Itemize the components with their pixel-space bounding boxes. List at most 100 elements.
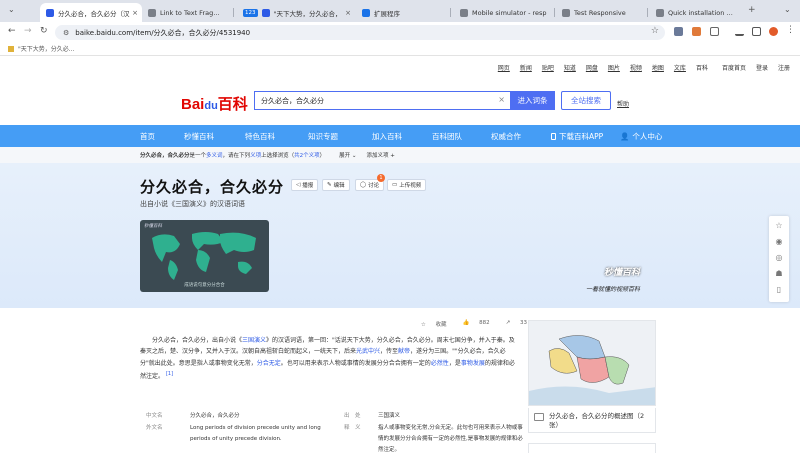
- tab-tianxia-dashi[interactable]: 123 "天下大势，分久必合， ×: [237, 3, 355, 22]
- video-thumbnail[interactable]: 秒懂百科 成语说句意分分合合: [140, 220, 269, 292]
- link-shiwufazhan[interactable]: 事物发展: [461, 360, 485, 367]
- bookmark-star-icon[interactable]: ☆: [651, 26, 659, 36]
- overview-map-image[interactable]: [528, 320, 656, 406]
- page-favicon-icon: [148, 8, 156, 17]
- back-icon[interactable]: ←: [8, 26, 16, 36]
- meaning-count-link[interactable]: 共2个义项: [294, 151, 320, 159]
- enter-entry-button[interactable]: 进入词条: [510, 91, 555, 110]
- reference-link[interactable]: [1]: [166, 371, 173, 377]
- link-guangwu[interactable]: 光武中兴: [356, 348, 380, 355]
- speaker-icon: ◁: [296, 182, 301, 188]
- info-key: 释 义: [344, 425, 361, 431]
- nav-topics[interactable]: 知识专题: [308, 131, 338, 142]
- help-link[interactable]: 帮助: [617, 99, 629, 108]
- nav-featured[interactable]: 特色百科: [245, 131, 275, 142]
- link-sanguo[interactable]: 三国演义: [242, 337, 266, 344]
- main-nav: 首页 秒懂百科 特色百科 知识专题 加入百科 百科团队 权威合作 下载百科APP…: [0, 125, 800, 147]
- summary-paragraph: 分久必合，合久必分，出自小说《三国演义》的汉语词语，第一回："话说天下大势，分久…: [140, 337, 515, 381]
- entry-stats: ☆ 收藏 👍 882 ↗ 33: [405, 320, 527, 328]
- login-link[interactable]: 登录: [756, 63, 768, 72]
- entry-hero: 分久必合，合久必分 ◁ 播报 ✎ 编辑 ◯ 讨论 1 ▭ 上传视频 出自小说《三国演义》…: [0, 163, 800, 308]
- top-nav-link[interactable]: 地图: [652, 63, 664, 72]
- close-tab-icon[interactable]: ×: [132, 9, 138, 17]
- tab-baike[interactable]: 分久必合，合久必分（汉 ×: [40, 3, 142, 22]
- nav-join[interactable]: 加入百科: [372, 131, 402, 142]
- nav-home[interactable]: 首页: [140, 131, 155, 142]
- tab-extensions[interactable]: 扩展程序: [356, 3, 448, 22]
- nav-authority[interactable]: 权威合作: [491, 131, 521, 142]
- top-nav-link[interactable]: 网盘: [586, 63, 598, 72]
- tab-quick-installation[interactable]: Quick installation of th: [650, 3, 742, 22]
- three-kingdoms-map: [529, 321, 655, 405]
- baidu-favicon-icon: [46, 8, 54, 17]
- clear-search-icon[interactable]: ×: [498, 95, 505, 104]
- upload-video-button[interactable]: ▭ 上传视频: [387, 179, 427, 191]
- wechat-icon[interactable]: ◎: [774, 253, 784, 263]
- top-nav-link[interactable]: 知道: [564, 63, 576, 72]
- thumbs-up-icon: 👍: [462, 320, 470, 326]
- weibo-icon[interactable]: ◉: [774, 237, 784, 247]
- new-tab-icon[interactable]: +: [748, 5, 756, 15]
- extensions-puzzle-icon[interactable]: [710, 27, 719, 36]
- overview-caption[interactable]: 分久必合，合久必分的概述图（2张）: [528, 408, 656, 433]
- top-nav-link[interactable]: 视频: [630, 63, 642, 72]
- star-icon[interactable]: ☆: [774, 221, 784, 231]
- expand-button[interactable]: 展开 ⌄: [339, 151, 356, 159]
- floating-toolbar: ☆ ◉ ◎ ☗ ▯: [769, 216, 789, 302]
- tab-list-icon[interactable]: ⌄: [784, 5, 791, 14]
- top-nav-link[interactable]: 文库: [674, 63, 686, 72]
- extension-icon[interactable]: [674, 27, 683, 36]
- meaning-link[interactable]: 义项: [250, 151, 261, 159]
- add-meaning-button[interactable]: 添加义项 +: [366, 151, 394, 159]
- nav-personal-center[interactable]: 👤 个人中心: [620, 131, 662, 142]
- tab-test-responsive[interactable]: Test Responsive: [556, 3, 646, 22]
- page-favicon-icon: [562, 8, 570, 17]
- link-biranxing[interactable]: 必然性: [431, 360, 449, 367]
- site-info-icon[interactable]: ⚙: [63, 29, 69, 37]
- search-input[interactable]: 分久必合，合久必分 ×: [254, 91, 510, 110]
- register-link[interactable]: 注册: [778, 63, 790, 72]
- phone-icon: [551, 133, 556, 140]
- nav-miaodong[interactable]: 秒懂百科: [184, 131, 214, 142]
- extension-icon[interactable]: [692, 27, 701, 36]
- side-panel-icon[interactable]: [752, 27, 761, 36]
- share-button[interactable]: ↗ 33: [498, 320, 527, 328]
- tab-search-icon[interactable]: ⌄: [8, 5, 15, 14]
- qq-icon[interactable]: ☗: [774, 269, 784, 279]
- top-nav-link[interactable]: 网页: [498, 63, 510, 72]
- profile-avatar-icon[interactable]: [769, 27, 778, 36]
- link-fenhe[interactable]: 分合无定: [257, 360, 281, 367]
- top-nav-link[interactable]: 百度首页: [722, 63, 746, 72]
- like-button[interactable]: 👍 882: [455, 320, 490, 328]
- link-xiandi[interactable]: 献帝: [398, 348, 410, 355]
- bookmark-item[interactable]: "天下大势，分久必...: [8, 44, 74, 53]
- info-value: 分久必合，合久必分: [190, 413, 240, 419]
- collect-button[interactable]: ☆ 收藏: [413, 320, 447, 328]
- close-tab-icon[interactable]: ×: [345, 9, 351, 17]
- site-search-button[interactable]: 全站搜索: [561, 91, 611, 110]
- mobile-icon[interactable]: ▯: [774, 285, 784, 295]
- baidu-baike-logo[interactable]: Baidu百科: [181, 93, 248, 114]
- tab-mobile-simulator[interactable]: Mobile simulator - resp: [454, 3, 554, 22]
- top-nav-link[interactable]: 贴吧: [542, 63, 554, 72]
- menu-icon[interactable]: ⋮: [786, 25, 795, 35]
- address-bar[interactable]: ⚙ baike.baidu.com/item/分久必合，合久必分/4531940…: [55, 25, 665, 40]
- edit-button[interactable]: ✎ 编辑: [322, 179, 350, 191]
- info-key: 中文名: [146, 413, 163, 419]
- top-nav-link[interactable]: 图片: [608, 63, 620, 72]
- broadcast-button[interactable]: ◁ 播报: [291, 179, 319, 191]
- tab-link-to-text-fragment[interactable]: Link to Text Fragment: [142, 3, 232, 22]
- polysemy-link[interactable]: 多义词: [206, 151, 223, 159]
- nav-download-app[interactable]: 下载百科APP: [551, 131, 603, 142]
- baidu-favicon-icon: [261, 8, 270, 17]
- forward-icon[interactable]: →: [24, 26, 32, 36]
- reload-icon[interactable]: ↻: [40, 26, 48, 36]
- nav-team[interactable]: 百科团队: [432, 131, 462, 142]
- download-icon[interactable]: [735, 27, 744, 36]
- puzzle-icon: [362, 8, 370, 17]
- info-value: 指人或事物变化无常,分合无定。此句也可用来表示人物或事情的发展分分合合拥有一定的…: [378, 425, 523, 453]
- miaodong-brand: 秒懂百科: [604, 268, 641, 278]
- share-icon: ↗: [505, 320, 511, 326]
- top-nav-link[interactable]: 新闻: [520, 63, 532, 72]
- info-key: 出 处: [344, 413, 361, 419]
